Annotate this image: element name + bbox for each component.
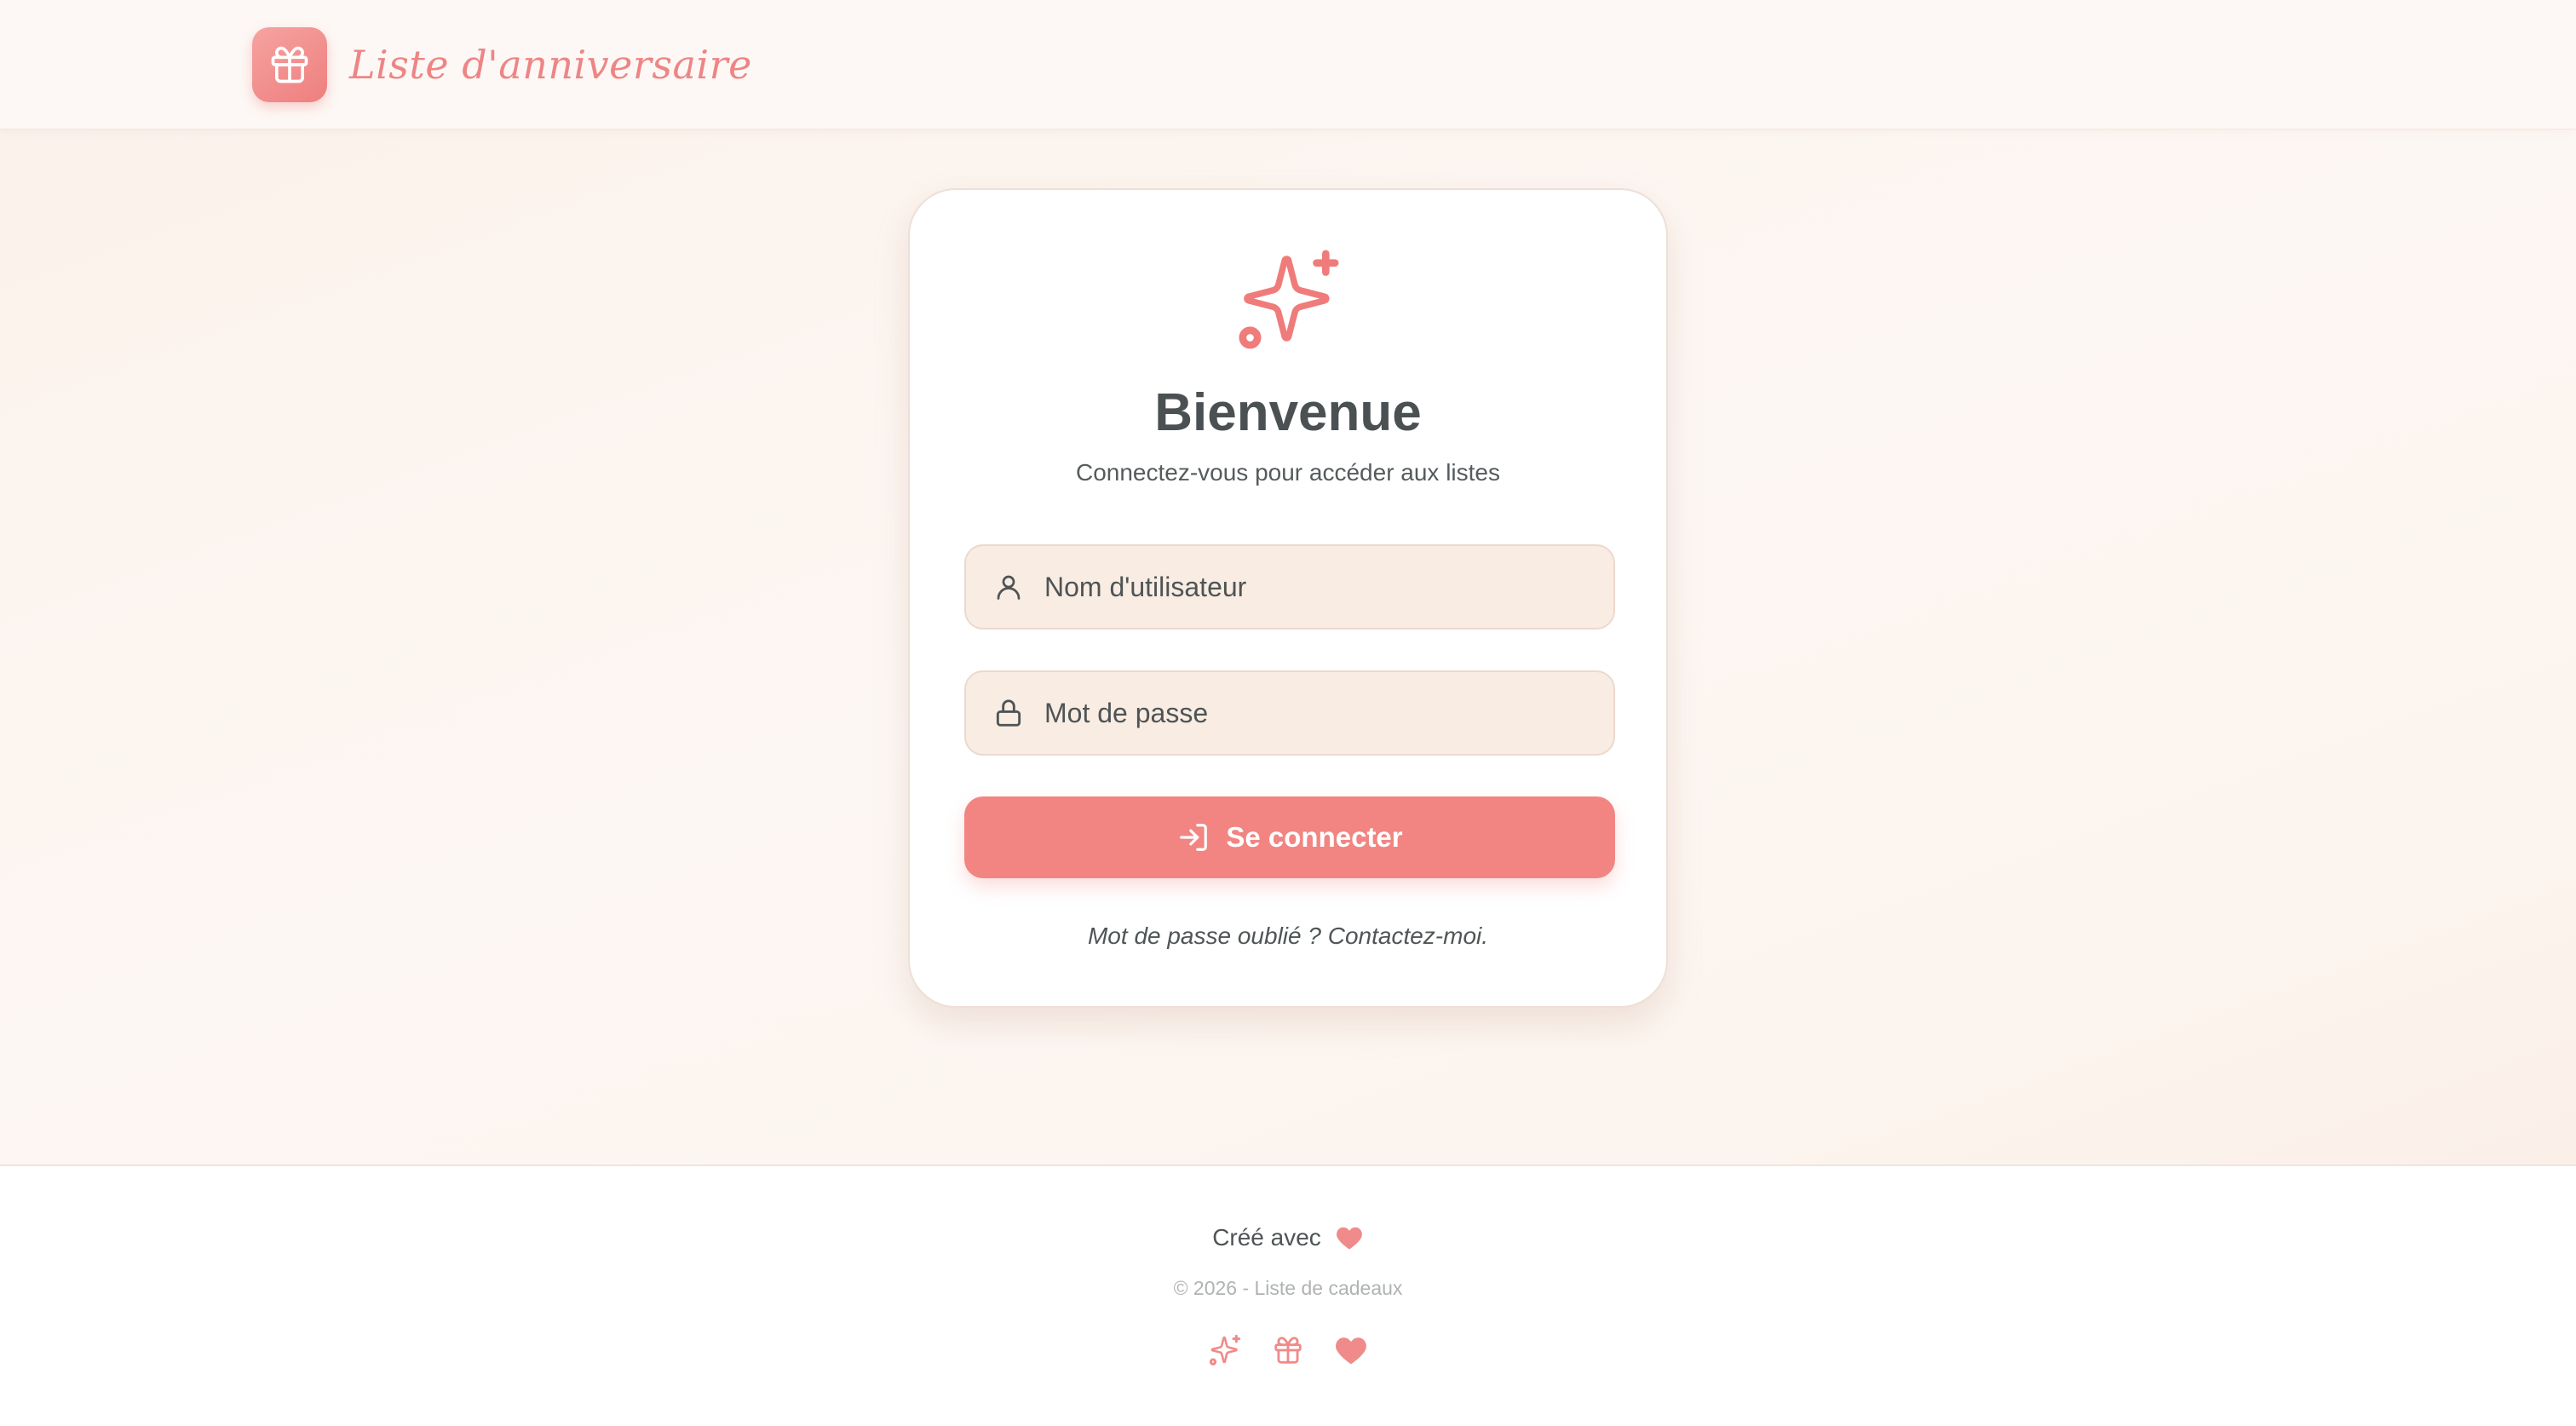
app-footer: Créé avec © 2026 - Liste de cadeaux [0, 1164, 2576, 1426]
login-card: Bienvenue Connectez-vous pour accéder au… [908, 188, 1668, 1008]
login-subtitle: Connectez-vous pour accéder aux listes [1075, 459, 1501, 486]
app-header: Liste d'anniversaire [0, 0, 2576, 129]
heart-icon [1335, 1225, 1364, 1251]
brand[interactable]: Liste d'anniversaire [252, 27, 752, 102]
password-field[interactable] [964, 670, 1615, 756]
made-with-label: Créé avec [1212, 1224, 1321, 1251]
user-icon [992, 570, 1026, 604]
app-title: Liste d'anniversaire [349, 42, 752, 88]
username-input[interactable] [1044, 546, 1613, 628]
login-icon [1176, 820, 1210, 854]
sparkles-icon [1233, 244, 1344, 355]
gift-icon [1271, 1333, 1305, 1367]
copyright: © 2026 - Liste de cadeaux [1173, 1277, 1403, 1299]
login-button[interactable]: Se connecter [964, 796, 1615, 878]
sparkles-icon [1208, 1333, 1242, 1367]
password-input[interactable] [1044, 672, 1613, 754]
gift-icon [252, 27, 327, 102]
footer-icons [0, 1333, 2576, 1367]
forgot-password-text[interactable]: Mot de passe oublié ? Contactez-moi. [910, 923, 1666, 950]
made-with: Créé avec [0, 1224, 2576, 1251]
username-field[interactable] [964, 544, 1615, 630]
lock-icon [992, 696, 1026, 730]
heart-icon [1334, 1333, 1368, 1367]
login-title: Bienvenue [1154, 383, 1422, 442]
login-button-label: Se connecter [1226, 821, 1403, 853]
